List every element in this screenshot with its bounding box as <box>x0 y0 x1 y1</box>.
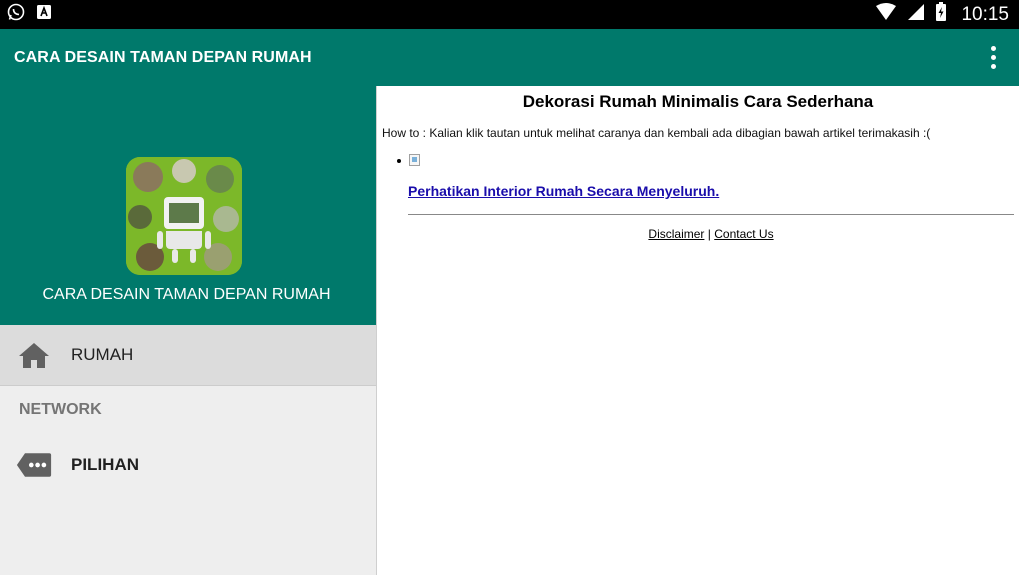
contact-us-link[interactable]: Contact Us <box>714 227 773 241</box>
wifi-icon <box>875 3 897 26</box>
article-link[interactable]: Perhatikan Interior Rumah Secara Menyelu… <box>408 183 719 199</box>
status-left-icons <box>6 2 52 27</box>
status-time: 10:15 <box>961 3 1009 25</box>
footer-separator: | <box>707 227 711 241</box>
signal-icon <box>907 3 925 26</box>
howto-text: How to : Kalian klik tautan untuk meliha… <box>382 126 931 140</box>
footer-links: Disclaimer | Contact Us <box>377 227 1019 241</box>
broken-image-icon <box>409 154 420 166</box>
drawer-item-label: RUMAH <box>71 345 134 364</box>
list-bullet <box>397 159 401 163</box>
drawer-item-pilihan[interactable]: PILIHAN <box>0 434 376 495</box>
text-app-icon <box>36 4 52 25</box>
divider <box>408 214 1014 215</box>
drawer-app-name: CARA DESAIN TAMAN DEPAN RUMAH <box>42 286 331 303</box>
article-title: Dekorasi Rumah Minimalis Cara Sederhana <box>522 92 874 111</box>
tag-more-icon <box>16 450 52 480</box>
article-content: Dekorasi Rumah Minimalis Cara Sederhana … <box>377 86 1019 575</box>
home-icon <box>16 340 52 370</box>
overflow-menu-icon[interactable] <box>981 43 1005 73</box>
disclaimer-link[interactable]: Disclaimer <box>648 227 704 241</box>
app-bar: CARA DESAIN TAMAN DEPAN RUMAH <box>0 29 1019 86</box>
drawer-section-header: NETWORK <box>19 401 102 418</box>
status-right-icons: 10:15 <box>875 2 1009 27</box>
drawer-item-rumah[interactable]: RUMAH <box>0 325 376 386</box>
whatsapp-icon <box>6 2 26 27</box>
navigation-drawer: CARA DESAIN TAMAN DEPAN RUMAH RUMAH NETW… <box>0 86 377 575</box>
app-logo <box>126 157 242 275</box>
app-title: CARA DESAIN TAMAN DEPAN RUMAH <box>14 48 312 66</box>
drawer-item-label: PILIHAN <box>71 454 139 474</box>
status-bar: 10:15 <box>0 0 1019 29</box>
drawer-header: CARA DESAIN TAMAN DEPAN RUMAH <box>0 86 376 325</box>
battery-charging-icon <box>935 2 947 27</box>
